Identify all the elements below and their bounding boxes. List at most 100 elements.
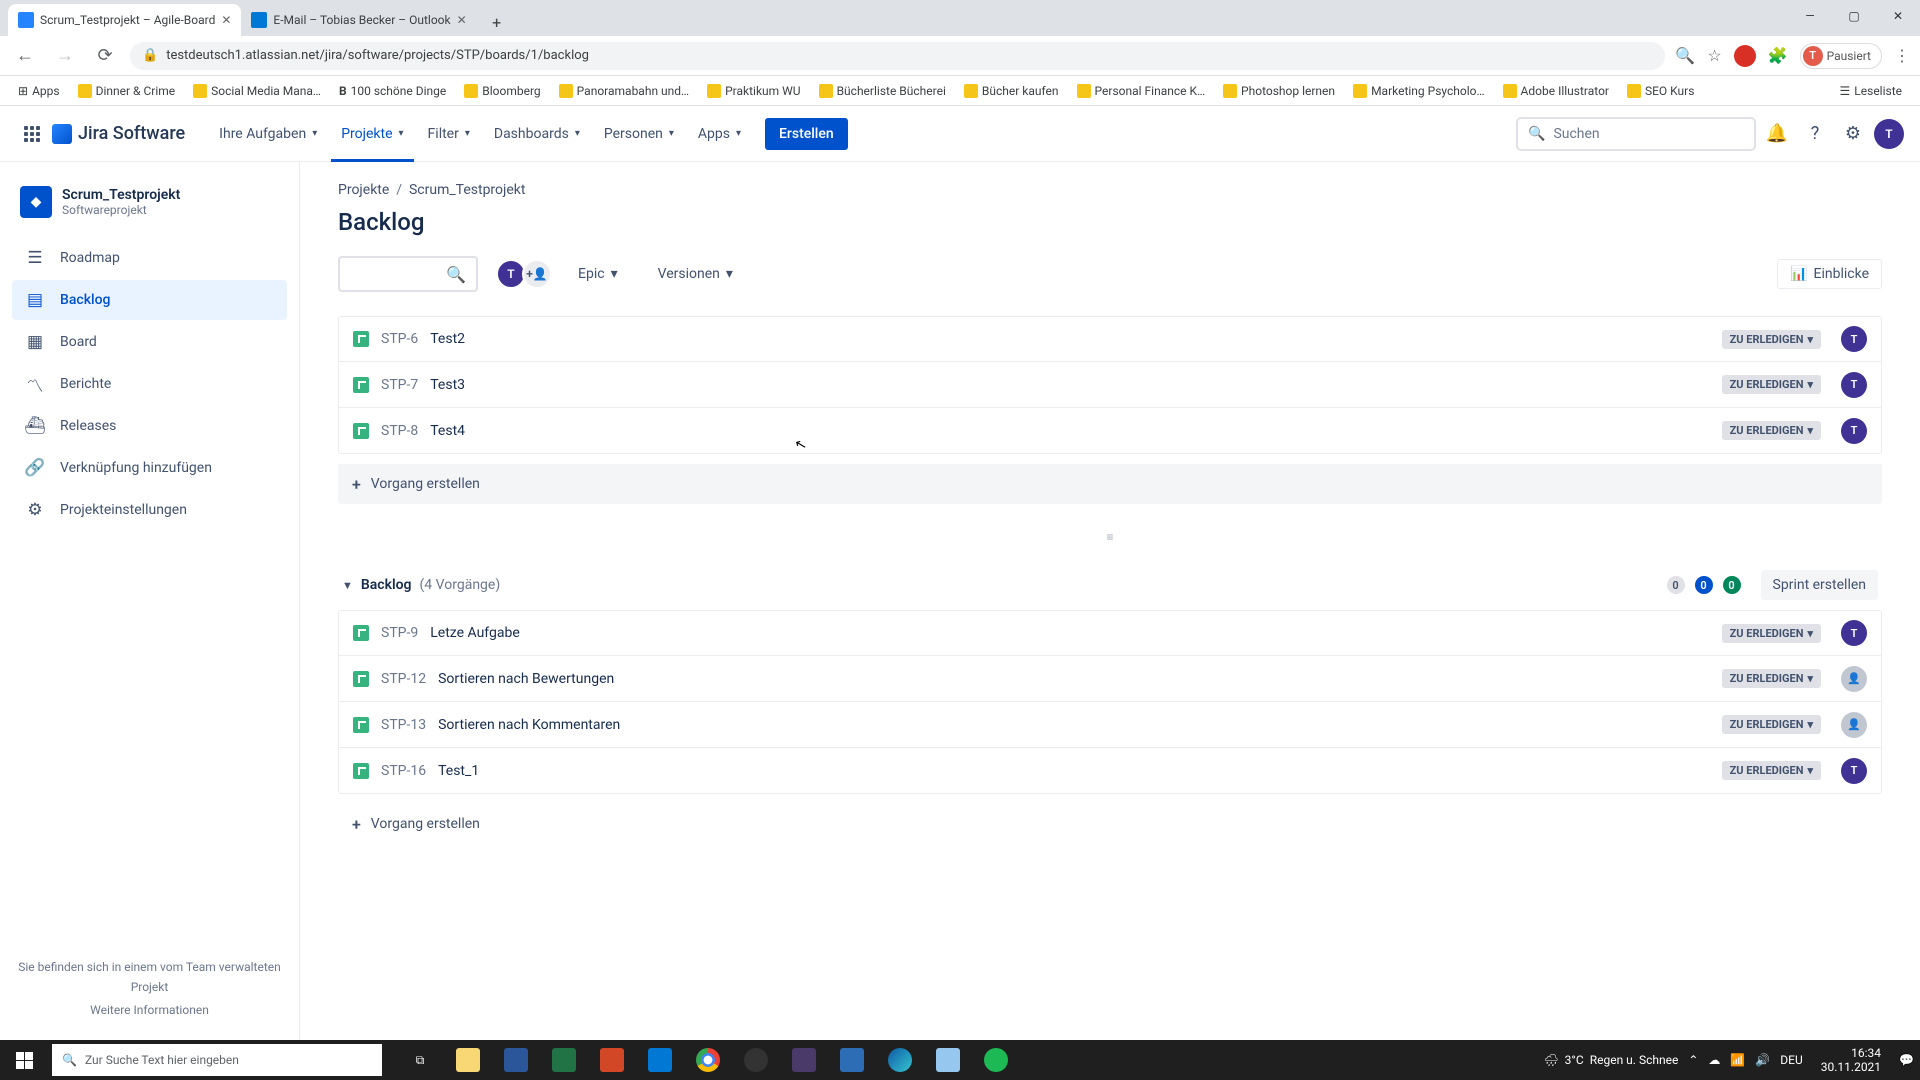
start-button[interactable]	[0, 1040, 48, 1080]
sidebar-item-shortcut[interactable]: 🔗Verknüpfung hinzufügen	[12, 448, 287, 488]
insights-button[interactable]: 📊Einblicke	[1777, 259, 1882, 289]
breadcrumb-projects[interactable]: Projekte	[338, 182, 389, 198]
section-divider-handle[interactable]: ≡	[338, 530, 1882, 544]
powerpoint-icon[interactable]	[588, 1040, 636, 1080]
tray-chevron-icon[interactable]: ⌃	[1688, 1053, 1698, 1067]
bookmark-item[interactable]: ⊞Apps	[12, 80, 66, 102]
assignee-avatar[interactable]: T	[1841, 418, 1867, 444]
back-icon[interactable]: ←	[10, 41, 40, 71]
nav-filters[interactable]: Filter▾	[418, 106, 480, 162]
bookmark-item[interactable]: Bücher kaufen	[958, 80, 1065, 102]
help-icon[interactable]: ?	[1798, 117, 1832, 151]
task-view-icon[interactable]: ⧉	[396, 1040, 444, 1080]
create-button[interactable]: Erstellen	[765, 118, 848, 150]
assignee-avatar[interactable]: 👤	[1841, 712, 1867, 738]
sidebar-item-releases[interactable]: ⛴Releases	[12, 406, 287, 446]
menu-icon[interactable]: ⋮	[1894, 46, 1910, 65]
bookmark-item[interactable]: Social Media Mana…	[187, 80, 327, 102]
taskbar-search-input[interactable]: 🔍 Zur Suche Text hier eingeben	[52, 1044, 382, 1076]
assignee-avatar[interactable]: T	[1841, 620, 1867, 646]
sidebar-item-settings[interactable]: ⚙Projekteinstellungen	[12, 490, 287, 530]
spotify-icon[interactable]	[972, 1040, 1020, 1080]
bookmark-item[interactable]: Adobe Illustrator	[1497, 80, 1615, 102]
window-minimize-icon[interactable]: —	[1788, 0, 1832, 32]
excel-icon[interactable]	[540, 1040, 588, 1080]
url-input[interactable]: 🔒 testdeutsch1.atlassian.net/jira/softwa…	[130, 42, 1665, 70]
issue-key[interactable]: STP-8	[381, 423, 418, 439]
issue-key[interactable]: STP-16	[381, 763, 426, 779]
language-indicator[interactable]: DEU	[1780, 1053, 1802, 1067]
bookmark-item[interactable]: Personal Finance K…	[1071, 80, 1212, 102]
project-header[interactable]: ◆ Scrum_Testprojekt Softwareprojekt	[12, 182, 287, 232]
status-dropdown[interactable]: ZU ERLEDIGEN ▾	[1722, 624, 1821, 643]
close-icon[interactable]: ✕	[457, 13, 467, 27]
wifi-icon[interactable]: 📶	[1730, 1053, 1745, 1067]
onedrive-icon[interactable]: ☁	[1708, 1053, 1720, 1067]
forward-icon[interactable]: →	[50, 41, 80, 71]
app-switcher-button[interactable]	[16, 118, 48, 150]
sidebar-item-roadmap[interactable]: ☰Roadmap	[12, 238, 287, 278]
versions-filter[interactable]: Versionen▾	[648, 260, 743, 288]
new-tab-button[interactable]: +	[483, 8, 511, 36]
issue-row[interactable]: STP-16Test_1ZU ERLEDIGEN ▾T	[338, 748, 1882, 794]
nav-dashboards[interactable]: Dashboards▾	[484, 106, 590, 162]
nav-apps[interactable]: Apps▾	[688, 106, 751, 162]
assignee-avatar[interactable]: T	[1841, 326, 1867, 352]
sidebar-item-backlog[interactable]: ▤Backlog	[12, 280, 287, 320]
word-icon[interactable]	[492, 1040, 540, 1080]
window-close-icon[interactable]: ✕	[1876, 0, 1920, 32]
global-search-input[interactable]: 🔍 Suchen	[1516, 117, 1756, 151]
add-people-button[interactable]: +👤	[522, 259, 552, 289]
nav-projects[interactable]: Projekte▾	[331, 106, 413, 162]
assignee-avatar[interactable]: T	[1841, 372, 1867, 398]
reading-list-button[interactable]: ☰Leseliste	[1834, 80, 1908, 102]
star-icon[interactable]: ☆	[1707, 46, 1721, 65]
issue-key[interactable]: STP-7	[381, 377, 418, 393]
extension-icon[interactable]	[1734, 45, 1756, 67]
sidebar-item-board[interactable]: ▦Board	[12, 322, 287, 362]
create-issue-button[interactable]: + Vorgang erstellen	[338, 804, 1882, 844]
breadcrumb-project[interactable]: Scrum_Testprojekt	[409, 182, 526, 198]
notifications-icon[interactable]: 💬	[1899, 1053, 1914, 1067]
app-icon[interactable]	[780, 1040, 828, 1080]
issue-key[interactable]: STP-6	[381, 331, 418, 347]
browser-tab-active[interactable]: Scrum_Testprojekt – Agile-Board ✕	[8, 4, 241, 36]
profile-paused-button[interactable]: T Pausiert	[1800, 43, 1882, 69]
issue-row[interactable]: STP-7Test3ZU ERLEDIGEN ▾T	[338, 362, 1882, 408]
extensions-icon[interactable]: 🧩	[1768, 46, 1788, 65]
issue-key[interactable]: STP-13	[381, 717, 426, 733]
clock[interactable]: 16:34 30.11.2021	[1813, 1046, 1889, 1075]
status-dropdown[interactable]: ZU ERLEDIGEN ▾	[1722, 761, 1821, 780]
browser-tab[interactable]: E-Mail – Tobias Becker – Outlook ✕	[241, 4, 476, 36]
bookmark-item[interactable]: SEO Kurs	[1621, 80, 1700, 102]
bookmark-item[interactable]: Marketing Psycholo…	[1347, 80, 1490, 102]
assignee-avatar[interactable]: T	[1841, 758, 1867, 784]
footer-link[interactable]: Weitere Informationen	[12, 1001, 287, 1020]
issue-row[interactable]: STP-9Letze AufgabeZU ERLEDIGEN ▾T	[338, 610, 1882, 656]
create-sprint-button[interactable]: Sprint erstellen	[1761, 570, 1878, 600]
jira-logo[interactable]: Jira Software	[52, 123, 185, 144]
bookmark-item[interactable]: Bücherliste Bücherei	[813, 80, 952, 102]
reload-icon[interactable]: ⟳	[90, 41, 120, 71]
status-dropdown[interactable]: ZU ERLEDIGEN ▾	[1722, 715, 1821, 734]
explorer-icon[interactable]	[444, 1040, 492, 1080]
issue-row[interactable]: STP-13Sortieren nach KommentarenZU ERLED…	[338, 702, 1882, 748]
issue-row[interactable]: STP-8Test4ZU ERLEDIGEN ▾T	[338, 408, 1882, 454]
create-issue-button[interactable]: + Vorgang erstellen	[338, 464, 1882, 504]
issue-row[interactable]: STP-12Sortieren nach BewertungenZU ERLED…	[338, 656, 1882, 702]
notepad-icon[interactable]	[924, 1040, 972, 1080]
epic-filter[interactable]: Epic▾	[568, 260, 628, 288]
bookmark-item[interactable]: B100 schöne Dinge	[333, 80, 452, 102]
issue-key[interactable]: STP-9	[381, 625, 418, 641]
bookmark-item[interactable]: Bloomberg	[458, 80, 546, 102]
sidebar-item-reports[interactable]: 〽Berichte	[12, 364, 287, 404]
volume-icon[interactable]: 🔊	[1755, 1053, 1770, 1067]
window-maximize-icon[interactable]: ▢	[1832, 0, 1876, 32]
profile-avatar[interactable]: T	[1874, 119, 1904, 149]
status-dropdown[interactable]: ZU ERLEDIGEN ▾	[1722, 421, 1821, 440]
nav-your-work[interactable]: Ihre Aufgaben▾	[209, 106, 327, 162]
issue-row[interactable]: STP-6Test2ZU ERLEDIGEN ▾T	[338, 316, 1882, 362]
assignee-avatar[interactable]: 👤	[1841, 666, 1867, 692]
filter-search-input[interactable]: 🔍	[338, 256, 478, 292]
settings-icon[interactable]: ⚙	[1836, 117, 1870, 151]
